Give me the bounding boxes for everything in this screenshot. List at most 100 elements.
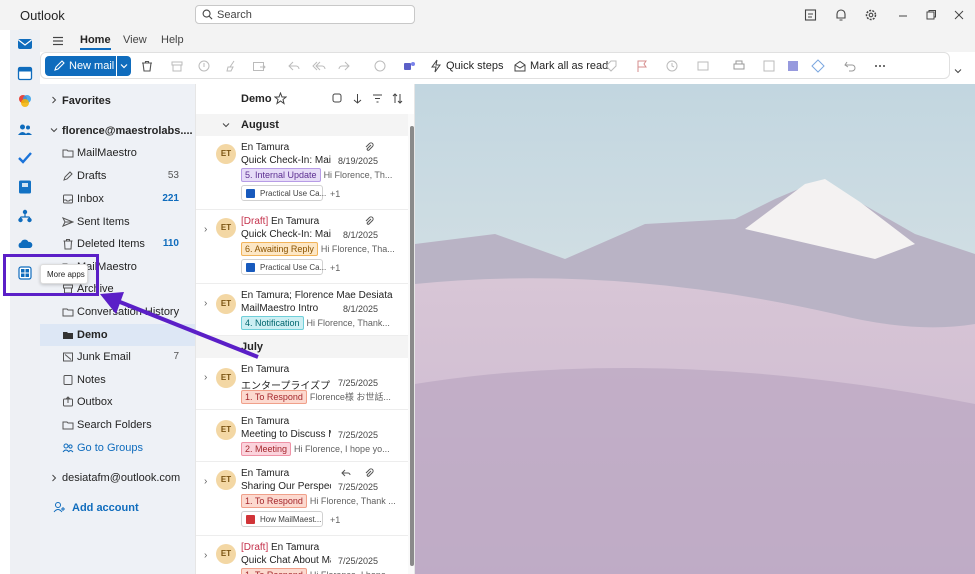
chevron-right-icon[interactable]: › — [204, 372, 207, 383]
sweep-icon[interactable] — [225, 59, 239, 73]
calendar-icon[interactable] — [17, 65, 33, 81]
notes-icon — [63, 375, 73, 385]
folder-search-folders[interactable]: Search Folders — [40, 414, 195, 436]
message-item[interactable]: › ET En Tamura Sharing Our Perspecti... 7/2… — [196, 462, 408, 536]
favorites-header[interactable]: Favorites — [62, 95, 111, 107]
scrollbar[interactable] — [408, 114, 414, 574]
message-item[interactable]: › ET [Draft] En Tamura Quick Chat About Ma.… — [196, 536, 408, 574]
todo-icon[interactable] — [17, 150, 33, 166]
chevron-right-icon[interactable]: › — [204, 476, 207, 487]
snooze-icon[interactable] — [665, 59, 679, 73]
more-attachments[interactable]: +1 — [330, 515, 340, 525]
forward-icon[interactable] — [337, 59, 351, 73]
filter-icon[interactable] — [372, 93, 383, 104]
search-box[interactable]: Search — [195, 5, 415, 24]
tag-row: 1. To RespondHi Florence, I hope... — [241, 568, 393, 574]
attachment-name: Practical Use Ca... — [260, 263, 327, 272]
category-tag[interactable]: 5. Internal Update — [241, 168, 321, 182]
folder-outbox[interactable]: Outbox — [40, 391, 195, 413]
reply-all-icon[interactable] — [312, 59, 326, 73]
bell-icon[interactable] — [834, 8, 848, 22]
select-icon[interactable] — [332, 93, 343, 104]
close-icon[interactable] — [952, 8, 966, 22]
favorite-star-icon[interactable] — [274, 92, 287, 105]
more-attachments[interactable]: +1 — [330, 189, 340, 199]
account-header-desiata[interactable]: desiatafm@outlook.com — [62, 472, 180, 484]
folder-drafts[interactable]: Drafts 53 — [40, 165, 195, 187]
folder-junk-email[interactable]: Junk Email 7 — [40, 346, 195, 368]
ribbon-tabs: Home View Help — [40, 30, 975, 52]
tag-icon[interactable] — [604, 59, 618, 73]
move-to-icon[interactable] — [252, 59, 266, 73]
reply-icon[interactable] — [287, 59, 301, 73]
report-icon[interactable] — [197, 59, 211, 73]
group-header-july[interactable]: July — [196, 336, 408, 358]
attachment-chip[interactable]: Practical Use Ca... — [241, 259, 327, 275]
more-attachments[interactable]: +1 — [330, 263, 340, 273]
onedrive-icon[interactable] — [17, 236, 33, 252]
group-label: August — [241, 119, 279, 131]
category-tag[interactable]: 6. Awaiting Reply — [241, 242, 318, 256]
mark-all-read-button[interactable]: Mark all as read — [530, 60, 608, 72]
group-header-august[interactable]: August — [196, 114, 408, 136]
message-item[interactable]: › ET En Tamura; Florence Mae Desiata MailM… — [196, 284, 408, 336]
message-item[interactable]: › ET [Draft] En Tamura Quick Check-In: Mail… — [196, 210, 408, 284]
category-tag[interactable]: 2. Meeting — [241, 442, 292, 456]
chevron-right-icon[interactable]: › — [204, 550, 207, 561]
print-icon[interactable] — [732, 59, 746, 73]
gear-icon[interactable] — [864, 8, 878, 22]
folder-inbox[interactable]: Inbox 221 — [40, 188, 195, 210]
teams-icon[interactable] — [402, 59, 416, 73]
scrollbar-thumb[interactable] — [410, 126, 414, 566]
delete-icon[interactable] — [140, 59, 154, 73]
folder-mailmaestro[interactable]: MailMaestro — [40, 142, 195, 164]
addin-icon[interactable] — [786, 59, 800, 73]
folder-conversation-history[interactable]: Conversation History — [40, 301, 195, 323]
attachment-chip[interactable]: How MailMaest... — [241, 511, 323, 527]
tab-view[interactable]: View — [123, 34, 147, 46]
flag-icon[interactable] — [635, 59, 649, 73]
folder-notes[interactable]: Notes — [40, 369, 195, 391]
go-to-groups-link[interactable]: Go to Groups — [40, 437, 195, 459]
arrow-down-icon[interactable] — [352, 93, 363, 104]
avatar: ET — [216, 420, 236, 440]
archive-icon[interactable] — [170, 59, 184, 73]
onenote-icon[interactable] — [17, 179, 33, 195]
attachment-chip[interactable]: Practical Use Ca... — [241, 185, 326, 201]
message-item[interactable]: ET En Tamura Meeting to Discuss M... 7/25/… — [196, 410, 408, 462]
undo-icon[interactable] — [843, 59, 857, 73]
minimize-icon[interactable] — [896, 8, 910, 22]
chevron-right-icon[interactable]: › — [204, 224, 207, 235]
message-item[interactable]: ET En Tamura Quick Check-In: Mail... 8/19/… — [196, 136, 408, 210]
rules-icon[interactable] — [696, 59, 710, 73]
mail-icon[interactable] — [17, 36, 33, 52]
folder-deleted-items[interactable]: Deleted Items 110 — [40, 233, 195, 255]
restore-icon[interactable] — [924, 8, 938, 22]
category-tag[interactable]: 4. Notification — [241, 316, 304, 330]
people-icon[interactable] — [17, 122, 33, 138]
message-item[interactable]: › ET En Tamura エンタープライズプ... 7/25/2025 1. To … — [196, 358, 408, 410]
new-mail-dropdown[interactable] — [117, 56, 131, 76]
immersive-reader-icon[interactable] — [762, 59, 776, 73]
category-tag[interactable]: 1. To Respond — [241, 568, 307, 574]
add-account-link[interactable]: Add account — [72, 502, 139, 514]
tab-help[interactable]: Help — [161, 34, 184, 46]
account-header-florence[interactable]: florence@maestrolabs.... — [62, 125, 193, 137]
folder-sent-items[interactable]: Sent Items — [40, 211, 195, 233]
copilot-icon[interactable] — [17, 93, 33, 109]
category-tag[interactable]: 1. To Respond — [241, 390, 307, 404]
my-day-icon[interactable] — [804, 8, 818, 22]
viva-icon[interactable] — [811, 59, 825, 73]
chevron-right-icon[interactable]: › — [204, 298, 207, 309]
more-options-icon[interactable] — [873, 59, 887, 73]
ribbon-expand-icon[interactable] — [953, 66, 963, 76]
quick-steps-button[interactable]: Quick steps — [446, 60, 503, 72]
new-mail-button[interactable]: New mail — [45, 56, 116, 76]
folder-demo[interactable]: Demo — [40, 324, 195, 346]
chat-icon[interactable] — [373, 59, 387, 73]
hamburger-menu-icon[interactable] — [52, 35, 64, 47]
sort-icon[interactable] — [392, 93, 403, 104]
org-explorer-icon[interactable] — [17, 208, 33, 224]
tab-home[interactable]: Home — [80, 34, 111, 50]
category-tag[interactable]: 1. To Respond — [241, 494, 307, 508]
